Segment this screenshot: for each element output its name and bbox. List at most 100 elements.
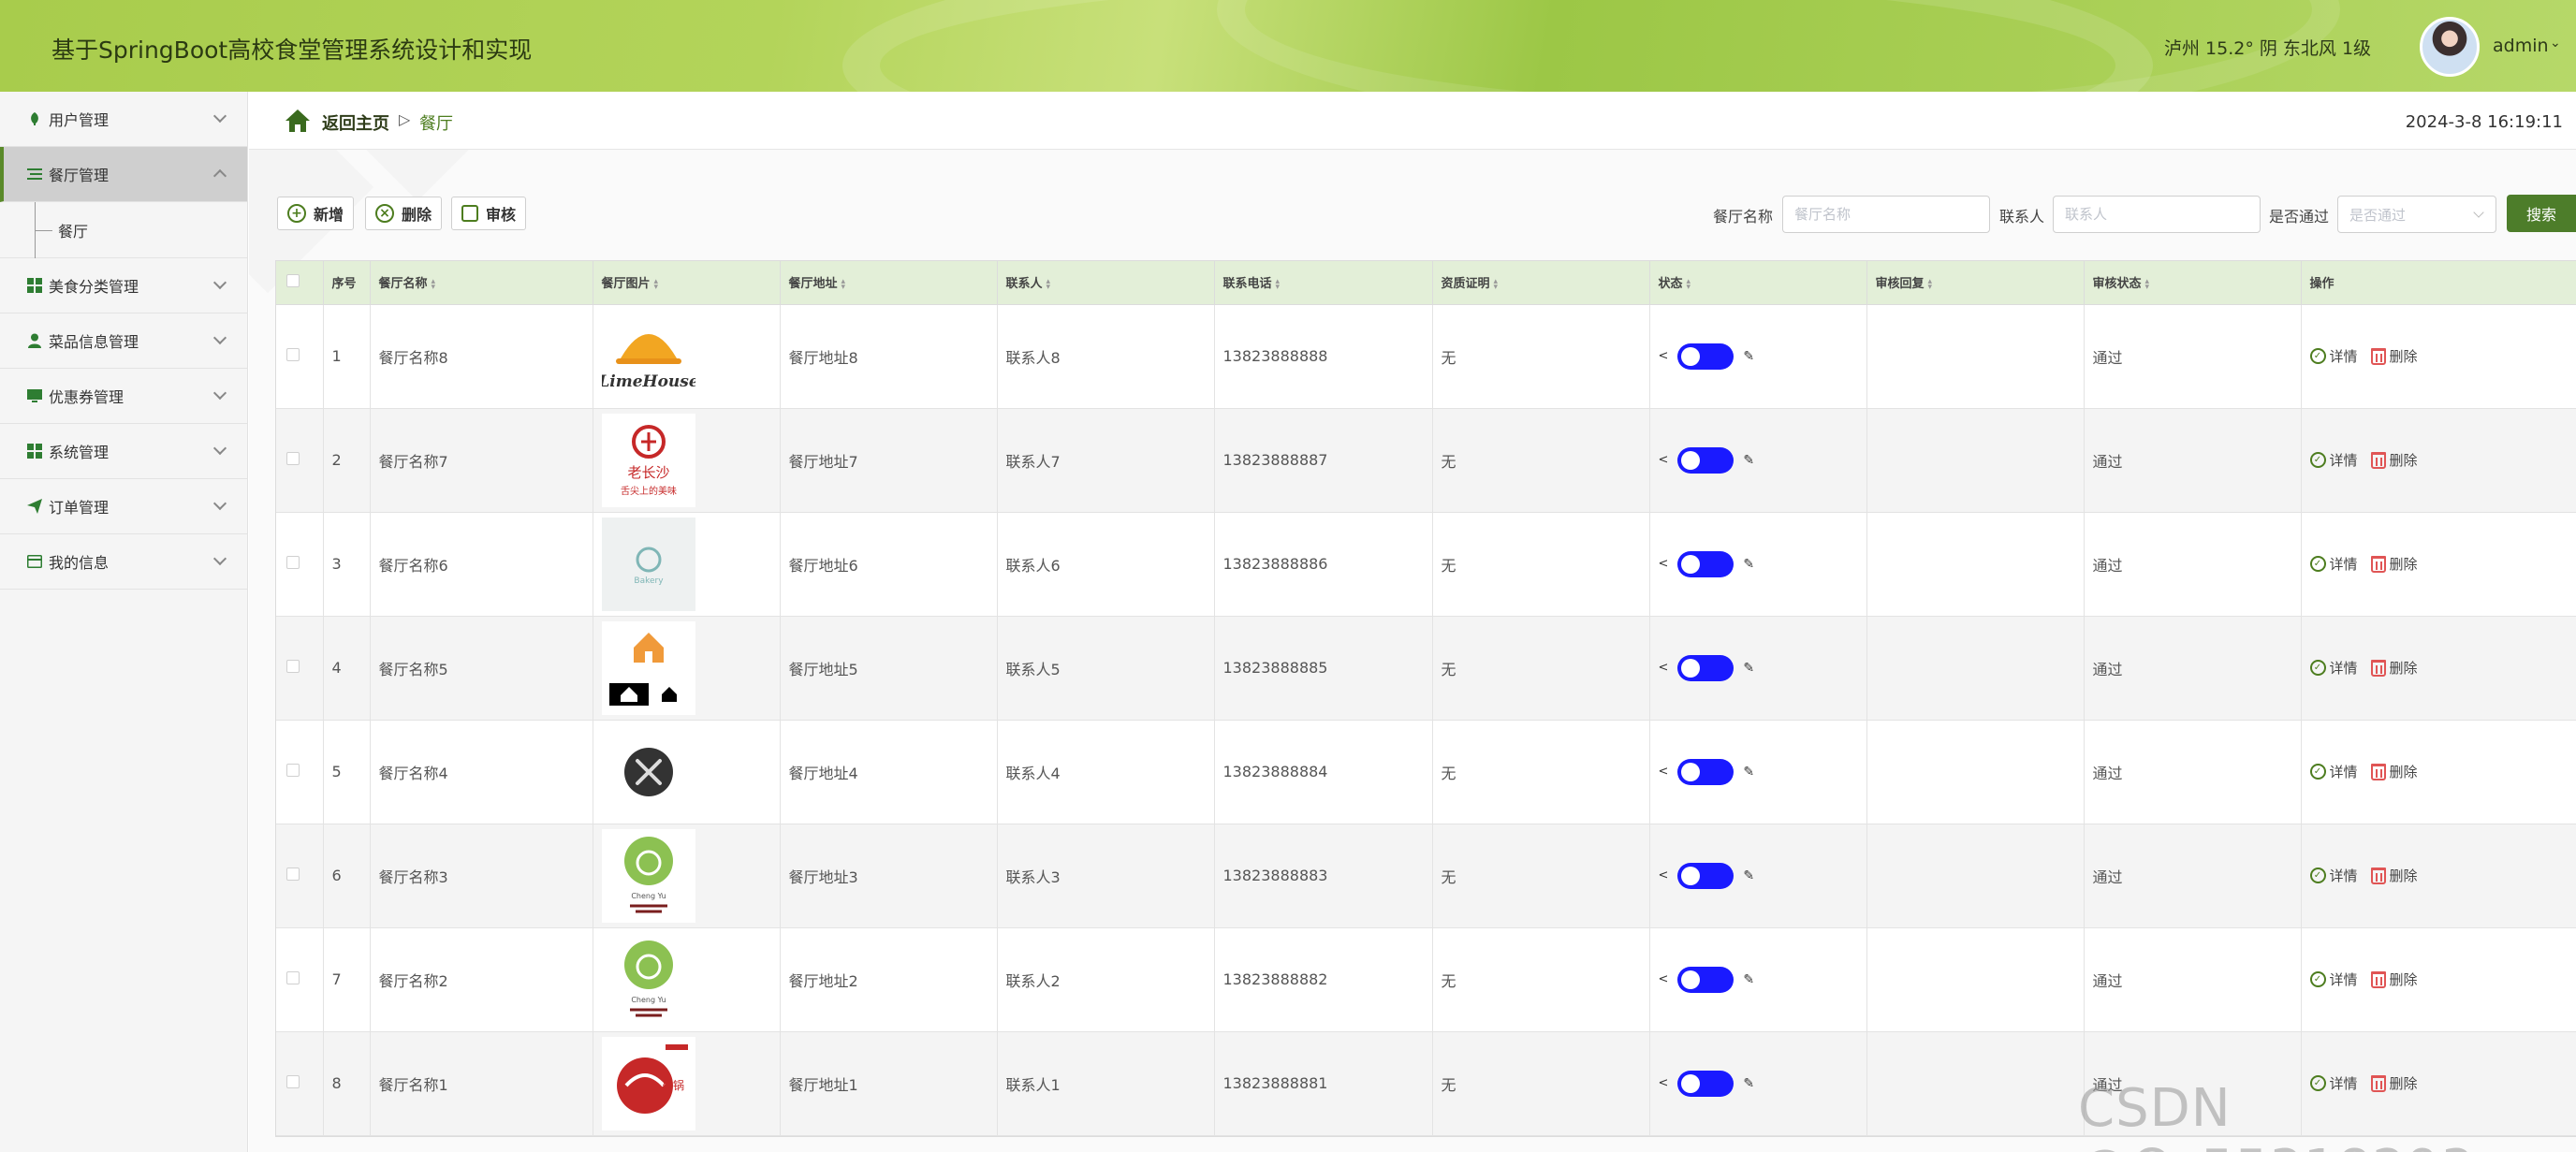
sort-icon[interactable]: ▴ ▾ xyxy=(654,277,659,291)
column-header[interactable]: 资质证明 ▴ ▾ xyxy=(1432,261,1650,305)
table-row[interactable]: 1 餐厅名称8 LimeHouse 餐厅地址8 联系人8 13823888888… xyxy=(276,304,2576,409)
row-checkbox[interactable] xyxy=(286,452,300,465)
row-select-cell[interactable] xyxy=(276,1031,324,1136)
column-header[interactable]: 审核状态 ▴ ▾ xyxy=(2084,261,2302,305)
row-select-cell[interactable] xyxy=(276,824,324,928)
detail-button[interactable]: ✓ 详情 xyxy=(2309,866,2358,885)
restaurant-image[interactable]: LimeHouse xyxy=(593,304,781,409)
row-delete-button[interactable]: 删除 xyxy=(2370,970,2418,989)
restaurant-image[interactable] xyxy=(593,616,781,721)
sort-icon[interactable]: ▴ ▾ xyxy=(1046,277,1051,291)
row-delete-button[interactable]: 删除 xyxy=(2370,762,2418,781)
row-select-cell[interactable] xyxy=(276,927,324,1032)
status-toggle[interactable] xyxy=(1677,862,1734,889)
sort-icon[interactable]: ▴ ▾ xyxy=(1687,277,1691,291)
name-filter-input[interactable] xyxy=(1782,196,1990,233)
restaurant-image[interactable]: Bakery xyxy=(593,512,781,617)
row-delete-button[interactable]: 删除 xyxy=(2370,346,2418,366)
restaurant-logo-image[interactable]: Bakery xyxy=(601,517,780,611)
row-checkbox[interactable] xyxy=(286,556,300,569)
delete-button[interactable]: × 删除 xyxy=(365,197,443,230)
row-select-cell[interactable] xyxy=(276,616,324,721)
column-header[interactable]: 餐厅图片 ▴ ▾ xyxy=(593,261,781,305)
edit-icon[interactable]: ✎ xyxy=(1743,557,1754,572)
status-toggle[interactable] xyxy=(1677,654,1734,681)
row-delete-button[interactable]: 删除 xyxy=(2370,450,2418,470)
column-header[interactable]: 餐厅名称 ▴ ▾ xyxy=(370,261,593,305)
status-toggle[interactable] xyxy=(1677,966,1734,993)
column-header[interactable]: 餐厅地址 ▴ ▾ xyxy=(780,261,998,305)
restaurant-logo-image[interactable]: Cheng Yu xyxy=(601,932,780,1027)
row-checkbox[interactable] xyxy=(286,971,300,984)
add-button[interactable]: + 新增 xyxy=(277,197,355,230)
sidebar-item-user-management[interactable]: 用户管理 xyxy=(0,92,247,147)
table-row[interactable]: 6 餐厅名称3 Cheng Yu 餐厅地址3 联系人3 13823888883 … xyxy=(276,824,2576,928)
home-icon[interactable] xyxy=(285,109,311,133)
restaurant-image[interactable]: 火锅 xyxy=(593,1031,781,1136)
restaurant-logo-image[interactable]: 老长沙 舌尖上的美味 xyxy=(601,413,780,507)
detail-button[interactable]: ✓ 详情 xyxy=(2309,762,2358,781)
row-select-cell[interactable] xyxy=(276,408,324,513)
select-all-cell[interactable] xyxy=(276,261,324,305)
user-name[interactable]: admin xyxy=(2493,36,2549,56)
row-select-cell[interactable] xyxy=(276,304,324,409)
edit-icon[interactable]: ✎ xyxy=(1743,349,1754,364)
row-delete-button[interactable]: 删除 xyxy=(2370,554,2418,574)
avatar[interactable] xyxy=(2420,17,2480,77)
table-row[interactable]: 7 餐厅名称2 Cheng Yu 餐厅地址2 联系人2 13823888882 … xyxy=(276,927,2576,1032)
edit-icon[interactable]: ✎ xyxy=(1743,972,1754,987)
sort-icon[interactable]: ▴ ▾ xyxy=(1276,277,1281,291)
row-delete-button[interactable]: 删除 xyxy=(2370,658,2418,678)
column-header[interactable]: 审核回复 ▴ ▾ xyxy=(1866,261,2085,305)
status-toggle[interactable] xyxy=(1677,446,1734,474)
edit-icon[interactable]: ✎ xyxy=(1743,765,1754,780)
edit-icon[interactable]: ✎ xyxy=(1743,453,1754,468)
detail-button[interactable]: ✓ 详情 xyxy=(2309,554,2358,574)
table-row[interactable]: 2 餐厅名称7 老长沙 舌尖上的美味 餐厅地址7 联系人7 13823888887… xyxy=(276,408,2576,513)
sidebar-item-my-info[interactable]: 我的信息 xyxy=(0,534,247,590)
restaurant-logo-image[interactable]: 火锅 xyxy=(601,1036,780,1130)
edit-icon[interactable]: ✎ xyxy=(1743,661,1754,676)
restaurant-image[interactable]: 老长沙 舌尖上的美味 xyxy=(593,408,781,513)
status-toggle[interactable] xyxy=(1677,343,1734,370)
column-header[interactable]: 序号 xyxy=(323,261,371,305)
restaurant-logo-image[interactable]: Cheng Yu xyxy=(601,828,780,923)
edit-icon[interactable]: ✎ xyxy=(1743,868,1754,883)
column-header[interactable]: 联系电话 ▴ ▾ xyxy=(1214,261,1433,305)
table-row[interactable]: 3 餐厅名称6 Bakery 餐厅地址6 联系人6 13823888886 无 … xyxy=(276,512,2576,617)
sidebar-item-coupon[interactable]: 优惠券管理 xyxy=(0,369,247,424)
row-checkbox[interactable] xyxy=(286,660,300,673)
search-button[interactable]: 搜索 xyxy=(2507,195,2576,232)
status-toggle[interactable] xyxy=(1677,550,1734,577)
chevron-down-icon[interactable]: ⌄ xyxy=(2550,36,2561,51)
detail-button[interactable]: ✓ 详情 xyxy=(2309,346,2358,366)
row-checkbox[interactable] xyxy=(286,868,300,881)
row-select-cell[interactable] xyxy=(276,720,324,824)
sidebar-subitem-restaurant[interactable]: 餐厅 xyxy=(0,202,247,258)
sidebar-item-order[interactable]: 订单管理 xyxy=(0,479,247,534)
approved-filter-select[interactable]: 是否通过 xyxy=(2337,196,2496,233)
restaurant-image[interactable] xyxy=(593,720,781,824)
row-checkbox[interactable] xyxy=(286,348,300,361)
status-toggle[interactable] xyxy=(1677,758,1734,785)
restaurant-image[interactable]: Cheng Yu xyxy=(593,824,781,928)
table-row[interactable]: 4 餐厅名称5 餐厅地址5 联系人5 13823888885 无 < ✎ 通过 … xyxy=(276,616,2576,721)
sort-icon[interactable]: ▴ ▾ xyxy=(2145,277,2150,291)
audit-button[interactable]: 审核 xyxy=(451,197,527,230)
row-select-cell[interactable] xyxy=(276,512,324,617)
row-checkbox[interactable] xyxy=(286,1075,300,1088)
breadcrumb-home-link[interactable]: 返回主页 xyxy=(322,110,389,135)
detail-button[interactable]: ✓ 详情 xyxy=(2309,658,2358,678)
sidebar-item-restaurant-management[interactable]: 餐厅管理 xyxy=(0,147,247,202)
sidebar-item-system[interactable]: 系统管理 xyxy=(0,424,247,479)
row-delete-button[interactable]: 删除 xyxy=(2370,866,2418,885)
column-header[interactable]: 状态 ▴ ▾ xyxy=(1649,261,1867,305)
detail-button[interactable]: ✓ 详情 xyxy=(2309,450,2358,470)
detail-button[interactable]: ✓ 详情 xyxy=(2309,970,2358,989)
restaurant-image[interactable]: Cheng Yu xyxy=(593,927,781,1032)
table-row[interactable]: 5 餐厅名称4 餐厅地址4 联系人4 13823888884 无 < ✎ 通过 … xyxy=(276,720,2576,824)
row-checkbox[interactable] xyxy=(286,764,300,777)
sidebar-item-food-category[interactable]: 美食分类管理 xyxy=(0,258,247,314)
sort-icon[interactable]: ▴ ▾ xyxy=(1494,277,1499,291)
restaurant-logo-image[interactable]: LimeHouse xyxy=(601,309,780,403)
